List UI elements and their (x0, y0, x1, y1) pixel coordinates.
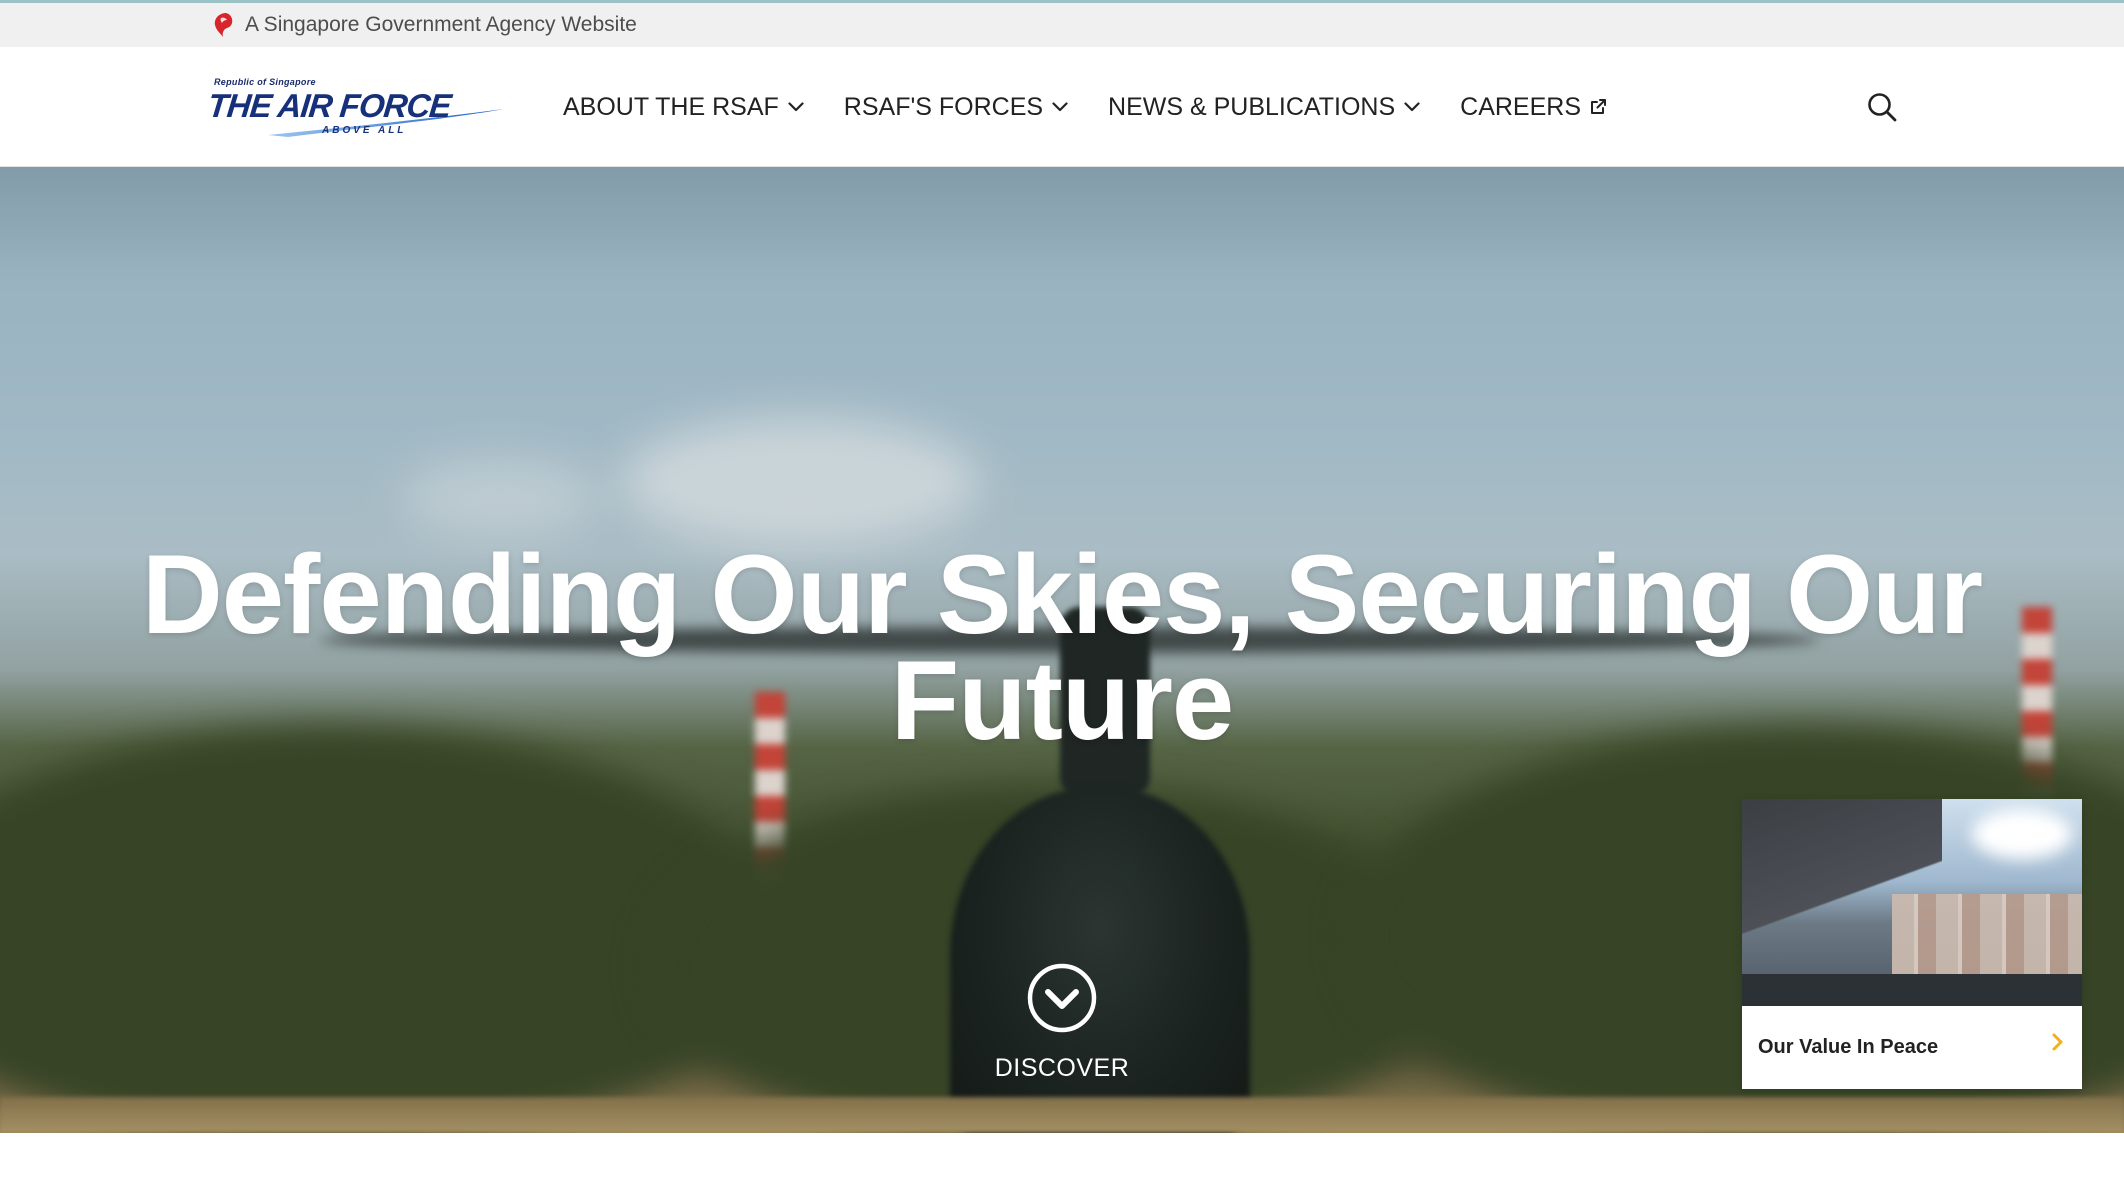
logo-wordmark: THE AIR FORCE (206, 87, 453, 124)
nav-item-label: RSAF'S FORCES (843, 92, 1044, 121)
nav-item-label: ABOUT THE RSAF (563, 92, 779, 121)
nav-item-label: NEWS & PUBLICATIONS (1108, 92, 1396, 121)
discover-label: DISCOVER (994, 1054, 1130, 1082)
card-image-cloud (1972, 809, 2072, 859)
nav-item-label: CAREERS (1460, 92, 1582, 121)
masthead-text: A Singapore Government Agency Website (245, 13, 637, 36)
main-nav: ABOUT THE RSAF RSAF'S FORCES NEWS & PUBL… (563, 47, 1647, 167)
card-title: Our Value In Peace (1758, 1036, 1939, 1058)
card-footer: Our Value In Peace (1742, 1006, 2082, 1089)
card-image-floor (1742, 974, 2082, 1006)
search-icon[interactable] (1866, 91, 1898, 123)
government-masthead: A Singapore Government Agency Website (0, 0, 2124, 47)
hero-title: Defending Our Skies, Securing Our Future (141, 532, 1983, 763)
external-link-icon (1591, 99, 1607, 114)
chevron-down-circle-icon (1027, 963, 1097, 1033)
nav-item-forces[interactable]: RSAF'S FORCES (844, 93, 1068, 122)
hero-banner: Defending Our Skies, Securing Our Future… (0, 167, 2124, 1133)
card-image (1742, 799, 2082, 1006)
chevron-right-icon (2052, 1033, 2063, 1050)
nav-item-news[interactable]: NEWS & PUBLICATIONS (1108, 93, 1420, 122)
singapore-lion-icon (214, 13, 233, 37)
site-header: Republic of Singapore THE AIR FORCE ABOV… (0, 47, 2124, 167)
chevron-down-icon (1404, 102, 1420, 112)
nav-item-careers[interactable]: CAREERS (1460, 93, 1607, 122)
chevron-down-icon (1052, 102, 1068, 112)
feature-card[interactable]: Our Value In Peace (1742, 799, 2082, 1089)
discover-button[interactable]: DISCOVER (962, 962, 1162, 1092)
rsaf-logo[interactable]: Republic of Singapore THE AIR FORCE ABOV… (206, 77, 504, 143)
logo-republic-text: Republic of Singapore (214, 77, 316, 87)
chevron-down-icon (788, 102, 804, 112)
nav-item-about[interactable]: ABOUT THE RSAF (563, 93, 804, 122)
logo-tagline: ABOVE ALL (322, 125, 407, 136)
